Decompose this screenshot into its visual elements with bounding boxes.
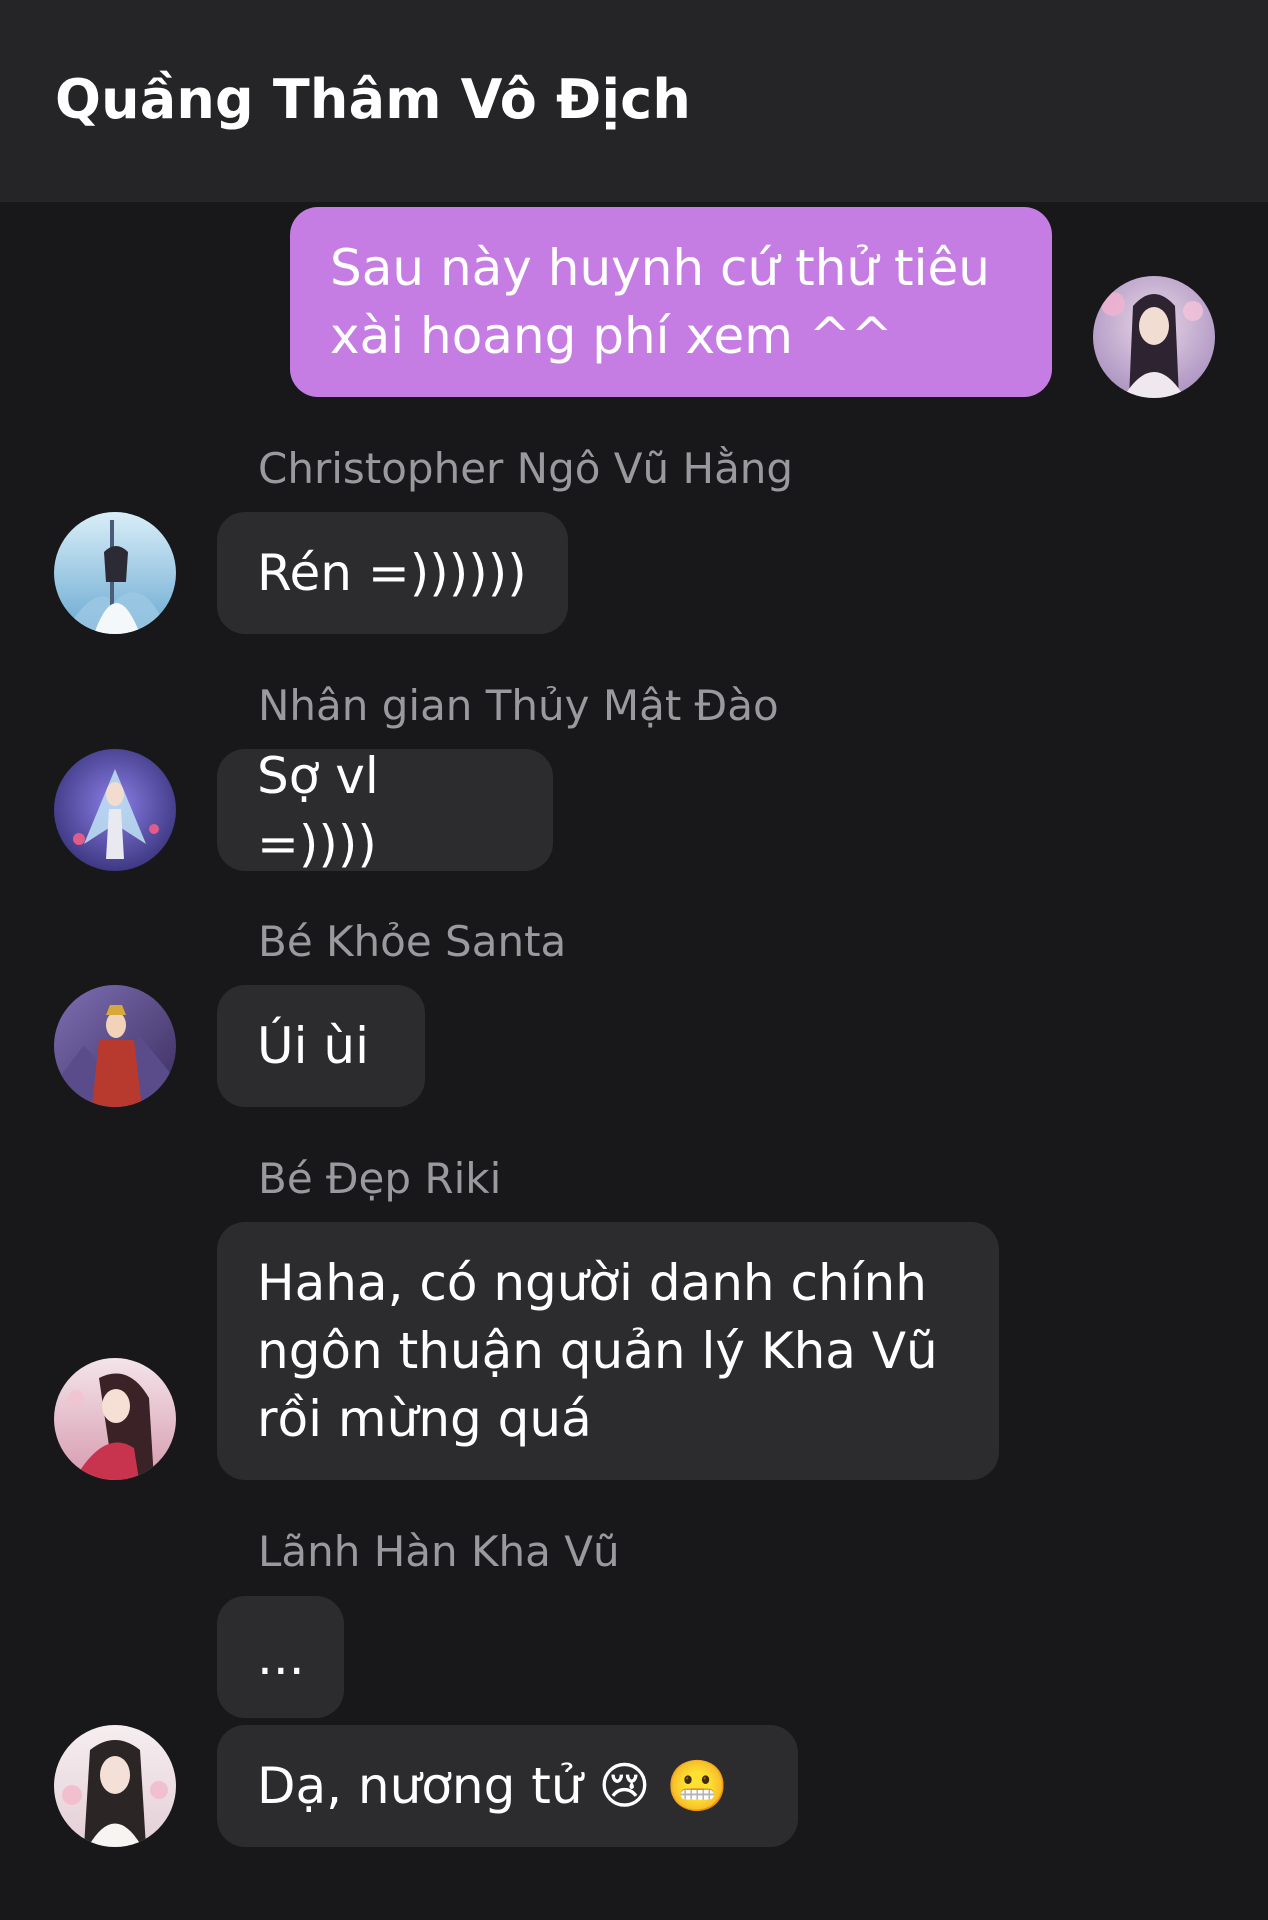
sender-name: Nhân gian Thủy Mật Đào — [258, 681, 779, 730]
sender-avatar[interactable] — [54, 1725, 176, 1847]
message-text: ... — [257, 1628, 305, 1686]
sender-avatar[interactable] — [54, 1358, 176, 1480]
message-bubble[interactable]: Dạ, nương tử 😢 😬 — [217, 1725, 798, 1847]
message-text-line: ngôn thuận quản lý Kha Vũ — [257, 1322, 938, 1380]
message-bubble-mine[interactable]: Sau này huynh cứ thử tiêu xài hoang phí … — [290, 207, 1052, 397]
chat-title[interactable]: Quầng Thâm Vô Địch — [55, 68, 691, 131]
message-text-line: xài hoang phí xem ^^ — [330, 307, 893, 365]
sender-avatar[interactable] — [54, 749, 176, 871]
message-text: Sợ vl =)))) — [257, 747, 379, 873]
message-bubble[interactable]: Rén =)))))) — [217, 512, 568, 634]
message-text: Dạ, nương tử 😢 😬 — [257, 1757, 729, 1815]
message-text: Rén =)))))) — [257, 544, 527, 602]
message-bubble[interactable]: Sợ vl =)))) — [217, 747, 553, 873]
sender-name: Bé Khỏe Santa — [258, 917, 567, 966]
message-text-line: Haha, có người danh chính — [257, 1254, 927, 1312]
message-text-line: Sau này huynh cứ thử tiêu — [330, 239, 990, 297]
sender-name: Bé Đẹp Riki — [258, 1154, 502, 1203]
sender-name: Christopher Ngô Vũ Hằng — [258, 444, 794, 493]
chat-header: Quầng Thâm Vô Địch — [0, 0, 1268, 202]
message-text-line: rồi mừng quá — [257, 1390, 592, 1448]
sender-avatar[interactable] — [54, 985, 176, 1107]
sender-avatar[interactable] — [54, 512, 176, 634]
message-bubble[interactable]: Úi ùi — [217, 985, 425, 1107]
my-avatar[interactable] — [1093, 276, 1215, 398]
message-bubble[interactable]: Haha, có người danh chính ngôn thuận quả… — [217, 1222, 999, 1480]
message-bubble[interactable]: ... — [217, 1596, 344, 1718]
message-text: Úi ùi — [257, 1017, 369, 1075]
sender-name: Lãnh Hàn Kha Vũ — [258, 1527, 620, 1576]
